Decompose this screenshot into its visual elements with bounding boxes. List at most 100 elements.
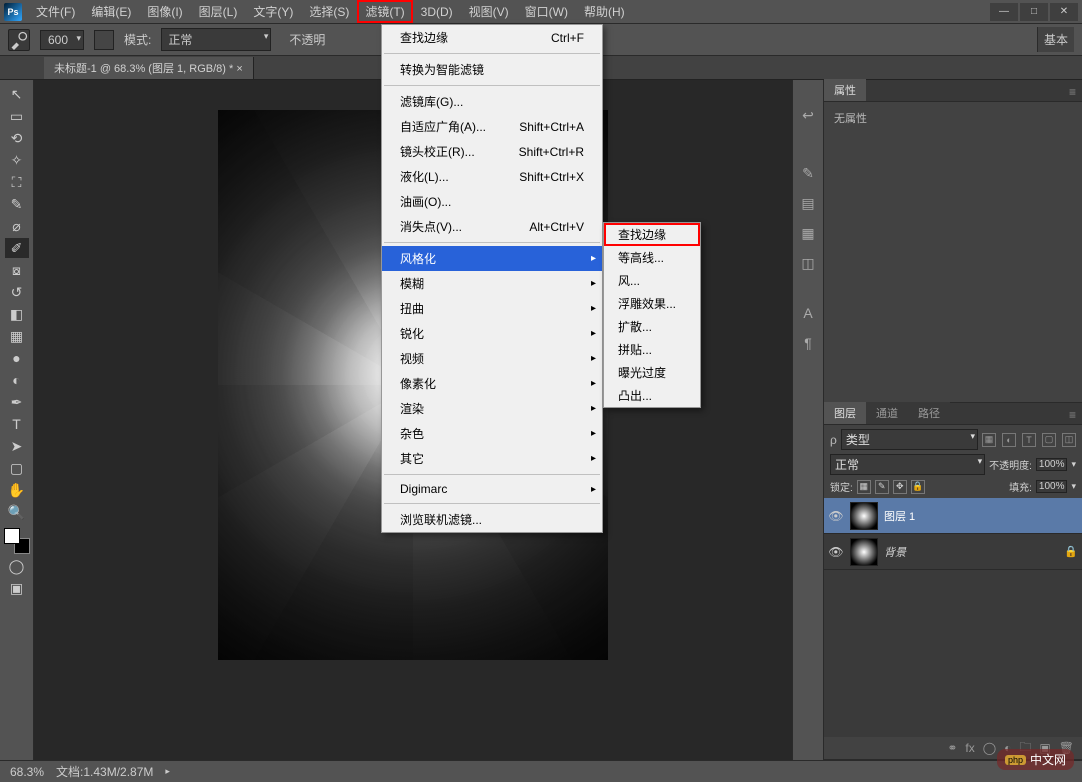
tool-preset-picker[interactable] [8, 29, 30, 51]
type-tool[interactable]: T [5, 414, 29, 434]
layer-opacity-value[interactable]: 100% [1036, 458, 1068, 471]
lock-position-icon[interactable]: ✥ [893, 480, 907, 494]
rectangle-tool[interactable]: ▢ [5, 458, 29, 478]
menu-view[interactable]: 视图(V) [461, 0, 517, 23]
stylize-find-edges[interactable]: 查找边缘 [604, 223, 700, 246]
path-selection-tool[interactable]: ➤ [5, 436, 29, 456]
filter-sharpen[interactable]: 锐化 [382, 321, 602, 346]
menu-3d[interactable]: 3D(D) [413, 2, 461, 22]
layer-name[interactable]: 背景 [884, 544, 1058, 560]
layer-row[interactable]: 👁 背景 🔒 [824, 534, 1082, 570]
brush-panel-toggle[interactable] [94, 30, 114, 50]
menu-select[interactable]: 选择(S) [301, 0, 357, 23]
eyedropper-tool[interactable]: ✎ [5, 194, 29, 214]
filter-video[interactable]: 视频 [382, 346, 602, 371]
menu-image[interactable]: 图像(I) [139, 0, 190, 23]
filter-lens-correction[interactable]: 镜头校正(R)...Shift+Ctrl+R [382, 139, 602, 164]
filter-adjust-icon[interactable]: ◐ [1002, 433, 1016, 447]
filter-vanishing-point[interactable]: 消失点(V)...Alt+Ctrl+V [382, 214, 602, 239]
filter-blur[interactable]: 模糊 [382, 271, 602, 296]
filter-type-icon[interactable]: T [1022, 433, 1036, 447]
crop-tool[interactable]: ⛶ [5, 172, 29, 192]
window-close[interactable]: ✕ [1050, 3, 1078, 21]
workspace-button[interactable]: 基本 [1037, 27, 1074, 52]
layer-filter-type[interactable]: 类型 [841, 429, 978, 450]
properties-tab[interactable]: 属性 [824, 79, 866, 101]
filter-last[interactable]: 查找边缘Ctrl+F [382, 25, 602, 50]
layer-thumbnail[interactable] [850, 502, 878, 530]
stamp-tool[interactable]: ⧇ [5, 260, 29, 280]
brushes-icon[interactable]: ✎ [797, 162, 819, 184]
filter-pixel-icon[interactable]: ▦ [982, 433, 996, 447]
pen-tool[interactable]: ✒ [5, 392, 29, 412]
history-icon[interactable]: ↩ [797, 104, 819, 126]
filter-oil-paint[interactable]: 油画(O)... [382, 189, 602, 214]
styles-icon[interactable]: ▦ [797, 222, 819, 244]
channels-tab[interactable]: 通道 [866, 402, 908, 424]
layer-thumbnail[interactable] [850, 538, 878, 566]
filter-liquify[interactable]: 液化(L)...Shift+Ctrl+X [382, 164, 602, 189]
link-layers-icon[interactable]: ⚭ [947, 741, 957, 755]
menu-layer[interactable]: 图层(L) [191, 0, 246, 23]
menu-edit[interactable]: 编辑(E) [83, 0, 139, 23]
filter-adaptive-wide-angle[interactable]: 自适应广角(A)...Shift+Ctrl+A [382, 114, 602, 139]
layer-mask-icon[interactable]: ◯ [983, 741, 996, 755]
stylize-emboss[interactable]: 浮雕效果... [604, 292, 700, 315]
brush-tool[interactable]: ✐ [5, 238, 29, 258]
layer-blend-mode[interactable]: 正常 [830, 454, 985, 475]
marquee-tool[interactable]: ▭ [5, 106, 29, 126]
visibility-icon[interactable]: 👁 [828, 545, 844, 559]
filter-shape-icon[interactable]: ▢ [1042, 433, 1056, 447]
filter-noise[interactable]: 杂色 [382, 421, 602, 446]
layers-icon[interactable]: ◫ [797, 252, 819, 274]
dodge-tool[interactable]: ◐ [5, 370, 29, 390]
eraser-tool[interactable]: ◧ [5, 304, 29, 324]
brush-size-selector[interactable]: 600 [40, 30, 84, 50]
paths-tab[interactable]: 路径 [908, 402, 950, 424]
menu-type[interactable]: 文字(Y) [245, 0, 301, 23]
blur-tool[interactable]: ● [5, 348, 29, 368]
lock-transparency-icon[interactable]: ▦ [857, 480, 871, 494]
stylize-tiles[interactable]: 拼贴... [604, 338, 700, 361]
window-minimize[interactable]: — [990, 3, 1018, 21]
stylize-diffuse[interactable]: 扩散... [604, 315, 700, 338]
layer-fx-icon[interactable]: fx [965, 741, 974, 755]
filter-pixelate[interactable]: 像素化 [382, 371, 602, 396]
window-maximize[interactable]: □ [1020, 3, 1048, 21]
swatches-icon[interactable]: ▤ [797, 192, 819, 214]
status-doc-info[interactable]: 文档:1.43M/2.87M [56, 763, 153, 780]
stylize-extrude[interactable]: 凸出... [604, 384, 700, 407]
color-swatch[interactable] [4, 528, 30, 554]
move-tool[interactable]: ↖ [5, 84, 29, 104]
layers-panel-menu-icon[interactable]: ≡ [1063, 406, 1082, 424]
character-icon[interactable]: A [797, 302, 819, 324]
filter-gallery[interactable]: 滤镜库(G)... [382, 89, 602, 114]
filter-convert-smart[interactable]: 转换为智能滤镜 [382, 57, 602, 82]
healing-tool[interactable]: ⌀ [5, 216, 29, 236]
foreground-color[interactable] [4, 528, 20, 544]
history-brush-tool[interactable]: ↺ [5, 282, 29, 302]
layer-name[interactable]: 图层 1 [884, 508, 1078, 524]
filter-browse-online[interactable]: 浏览联机滤镜... [382, 507, 602, 532]
menu-window[interactable]: 窗口(W) [517, 0, 576, 23]
magic-wand-tool[interactable]: ✧ [5, 150, 29, 170]
filter-stylize[interactable]: 风格化 [382, 246, 602, 271]
stylize-solarize[interactable]: 曝光过度 [604, 361, 700, 384]
visibility-icon[interactable]: 👁 [828, 509, 844, 523]
filter-render[interactable]: 渲染 [382, 396, 602, 421]
menu-help[interactable]: 帮助(H) [576, 0, 633, 23]
lock-pixels-icon[interactable]: ✎ [875, 480, 889, 494]
hand-tool[interactable]: ✋ [5, 480, 29, 500]
menu-filter[interactable]: 滤镜(T) [357, 0, 412, 23]
document-tab[interactable]: 未标题-1 @ 68.3% (图层 1, RGB/8) * × [44, 57, 254, 79]
paragraph-icon[interactable]: ¶ [797, 332, 819, 354]
stylize-contour[interactable]: 等高线... [604, 246, 700, 269]
quick-mask-toggle[interactable]: ◯ [5, 556, 29, 576]
layer-row[interactable]: 👁 图层 1 [824, 498, 1082, 534]
filter-smart-icon[interactable]: ◫ [1062, 433, 1076, 447]
filter-other[interactable]: 其它 [382, 446, 602, 471]
filter-distort[interactable]: 扭曲 [382, 296, 602, 321]
menu-file[interactable]: 文件(F) [28, 0, 83, 23]
filter-digimarc[interactable]: Digimarc [382, 478, 602, 500]
gradient-tool[interactable]: ▦ [5, 326, 29, 346]
